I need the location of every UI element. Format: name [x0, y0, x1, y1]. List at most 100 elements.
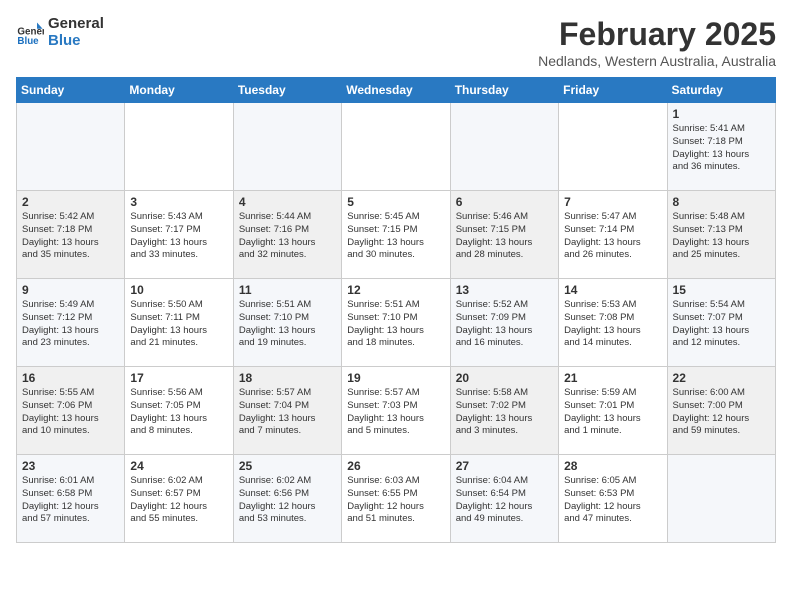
day-number: 25 — [239, 459, 336, 473]
col-header-saturday: Saturday — [667, 78, 775, 103]
day-number: 26 — [347, 459, 444, 473]
day-cell: 28 Sunrise: 6:05 AM Sunset: 6:53 PM Dayli… — [559, 455, 667, 543]
day-number: 19 — [347, 371, 444, 385]
day-cell: 9 Sunrise: 5:49 AM Sunset: 7:12 PM Daylig… — [17, 279, 125, 367]
header: General Blue General Blue February 2025 … — [16, 16, 776, 69]
day-cell: 17Sunrise: 5:56 AM Sunset: 7:05 PM Dayli… — [125, 367, 233, 455]
day-number: 14 — [564, 283, 661, 297]
day-info: Sunrise: 5:43 AM Sunset: 7:17 PM Dayligh… — [130, 211, 227, 262]
day-info: Sunrise: 5:57 AM Sunset: 7:03 PM Dayligh… — [347, 387, 444, 438]
day-cell: 4 Sunrise: 5:44 AM Sunset: 7:16 PM Daylig… — [233, 191, 341, 279]
day-cell: 8 Sunrise: 5:48 AM Sunset: 7:13 PM Daylig… — [667, 191, 775, 279]
calendar-table: SundayMondayTuesdayWednesdayThursdayFrid… — [16, 77, 776, 543]
day-cell — [559, 103, 667, 191]
day-info: Sunrise: 6:05 AM Sunset: 6:53 PM Dayligh… — [564, 475, 661, 526]
day-number: 18 — [239, 371, 336, 385]
day-cell: 23 Sunrise: 6:01 AM Sunset: 6:58 PM Dayli… — [17, 455, 125, 543]
day-number: 27 — [456, 459, 553, 473]
day-info: Sunrise: 5:58 AM Sunset: 7:02 PM Dayligh… — [456, 387, 553, 438]
day-number: 13 — [456, 283, 553, 297]
day-info: Sunrise: 5:49 AM Sunset: 7:12 PM Dayligh… — [22, 299, 119, 350]
day-info: Sunrise: 6:01 AM Sunset: 6:58 PM Dayligh… — [22, 475, 119, 526]
day-number: 11 — [239, 283, 336, 297]
day-cell: 15 Sunrise: 5:54 AM Sunset: 7:07 PM Dayli… — [667, 279, 775, 367]
col-header-sunday: Sunday — [17, 78, 125, 103]
day-number: 22 — [673, 371, 770, 385]
day-number: 7 — [564, 195, 661, 209]
day-number: 23 — [22, 459, 119, 473]
week-row-3: 9 Sunrise: 5:49 AM Sunset: 7:12 PM Daylig… — [17, 279, 776, 367]
day-cell: 21Sunrise: 5:59 AM Sunset: 7:01 PM Dayli… — [559, 367, 667, 455]
day-info: Sunrise: 5:54 AM Sunset: 7:07 PM Dayligh… — [673, 299, 770, 350]
day-number: 5 — [347, 195, 444, 209]
day-info: Sunrise: 5:53 AM Sunset: 7:08 PM Dayligh… — [564, 299, 661, 350]
location: Nedlands, Western Australia, Australia — [538, 53, 776, 69]
day-info: Sunrise: 5:45 AM Sunset: 7:15 PM Dayligh… — [347, 211, 444, 262]
day-number: 8 — [673, 195, 770, 209]
week-row-1: 1 Sunrise: 5:41 AM Sunset: 7:18 PM Daylig… — [17, 103, 776, 191]
day-cell — [450, 103, 558, 191]
day-number: 2 — [22, 195, 119, 209]
week-row-5: 23 Sunrise: 6:01 AM Sunset: 6:58 PM Dayli… — [17, 455, 776, 543]
day-info: Sunrise: 5:51 AM Sunset: 7:10 PM Dayligh… — [347, 299, 444, 350]
day-info: Sunrise: 5:41 AM Sunset: 7:18 PM Dayligh… — [673, 123, 770, 174]
day-info: Sunrise: 5:46 AM Sunset: 7:15 PM Dayligh… — [456, 211, 553, 262]
header-row: SundayMondayTuesdayWednesdayThursdayFrid… — [17, 78, 776, 103]
logo: General Blue General Blue — [16, 16, 104, 49]
day-cell: 27 Sunrise: 6:04 AM Sunset: 6:54 PM Dayli… — [450, 455, 558, 543]
day-cell: 16 Sunrise: 5:55 AM Sunset: 7:06 PM Dayli… — [17, 367, 125, 455]
day-number: 9 — [22, 283, 119, 297]
day-cell: 2 Sunrise: 5:42 AM Sunset: 7:18 PM Daylig… — [17, 191, 125, 279]
day-cell: 11 Sunrise: 5:51 AM Sunset: 7:10 PM Dayli… — [233, 279, 341, 367]
day-info: Sunrise: 5:55 AM Sunset: 7:06 PM Dayligh… — [22, 387, 119, 438]
month-title: February 2025 — [538, 16, 776, 53]
logo-blue: Blue — [48, 33, 104, 50]
day-cell: 12 Sunrise: 5:51 AM Sunset: 7:10 PM Dayli… — [342, 279, 450, 367]
day-info: Sunrise: 5:47 AM Sunset: 7:14 PM Dayligh… — [564, 211, 661, 262]
logo-general: General — [48, 16, 104, 33]
day-number: 17 — [130, 371, 227, 385]
day-info: Sunrise: 6:02 AM Sunset: 6:56 PM Dayligh… — [239, 475, 336, 526]
day-cell: 18Sunrise: 5:57 AM Sunset: 7:04 PM Dayli… — [233, 367, 341, 455]
col-header-wednesday: Wednesday — [342, 78, 450, 103]
day-cell: 25 Sunrise: 6:02 AM Sunset: 6:56 PM Dayli… — [233, 455, 341, 543]
day-cell — [17, 103, 125, 191]
day-number: 20 — [456, 371, 553, 385]
day-cell: 22Sunrise: 6:00 AM Sunset: 7:00 PM Dayli… — [667, 367, 775, 455]
day-number: 1 — [673, 107, 770, 121]
day-info: Sunrise: 5:42 AM Sunset: 7:18 PM Dayligh… — [22, 211, 119, 262]
day-cell: 5 Sunrise: 5:45 AM Sunset: 7:15 PM Daylig… — [342, 191, 450, 279]
day-number: 12 — [347, 283, 444, 297]
day-number: 28 — [564, 459, 661, 473]
col-header-friday: Friday — [559, 78, 667, 103]
day-info: Sunrise: 6:03 AM Sunset: 6:55 PM Dayligh… — [347, 475, 444, 526]
day-number: 15 — [673, 283, 770, 297]
day-cell — [125, 103, 233, 191]
day-cell: 14 Sunrise: 5:53 AM Sunset: 7:08 PM Dayli… — [559, 279, 667, 367]
week-row-4: 16 Sunrise: 5:55 AM Sunset: 7:06 PM Dayli… — [17, 367, 776, 455]
logo-icon: General Blue — [16, 19, 44, 47]
day-cell: 26 Sunrise: 6:03 AM Sunset: 6:55 PM Dayli… — [342, 455, 450, 543]
col-header-tuesday: Tuesday — [233, 78, 341, 103]
day-number: 6 — [456, 195, 553, 209]
title-area: February 2025 Nedlands, Western Australi… — [538, 16, 776, 69]
day-info: Sunrise: 5:52 AM Sunset: 7:09 PM Dayligh… — [456, 299, 553, 350]
day-cell — [342, 103, 450, 191]
col-header-monday: Monday — [125, 78, 233, 103]
day-info: Sunrise: 5:51 AM Sunset: 7:10 PM Dayligh… — [239, 299, 336, 350]
day-cell: 3Sunrise: 5:43 AM Sunset: 7:17 PM Daylig… — [125, 191, 233, 279]
day-number: 24 — [130, 459, 227, 473]
day-cell: 10Sunrise: 5:50 AM Sunset: 7:11 PM Dayli… — [125, 279, 233, 367]
day-info: Sunrise: 5:44 AM Sunset: 7:16 PM Dayligh… — [239, 211, 336, 262]
day-info: Sunrise: 5:48 AM Sunset: 7:13 PM Dayligh… — [673, 211, 770, 262]
day-number: 4 — [239, 195, 336, 209]
day-info: Sunrise: 6:02 AM Sunset: 6:57 PM Dayligh… — [130, 475, 227, 526]
day-cell: 13 Sunrise: 5:52 AM Sunset: 7:09 PM Dayli… — [450, 279, 558, 367]
svg-text:Blue: Blue — [17, 36, 39, 47]
day-number: 16 — [22, 371, 119, 385]
day-cell: 24 Sunrise: 6:02 AM Sunset: 6:57 PM Dayli… — [125, 455, 233, 543]
day-info: Sunrise: 6:04 AM Sunset: 6:54 PM Dayligh… — [456, 475, 553, 526]
day-cell — [233, 103, 341, 191]
day-info: Sunrise: 5:50 AM Sunset: 7:11 PM Dayligh… — [130, 299, 227, 350]
day-number: 21 — [564, 371, 661, 385]
